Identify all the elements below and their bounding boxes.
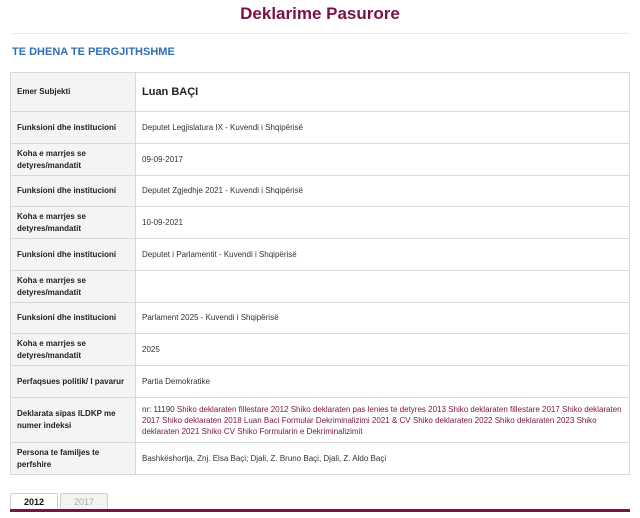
declaration-index: nr: 11190 (142, 404, 175, 414)
link-declaration-2022[interactable]: Shiko deklaraten 2022 (413, 416, 493, 425)
row-label: Perfaqsues politik/ I pavarur (10, 365, 136, 398)
subject-name-text: Luan BAÇI (142, 85, 199, 98)
link-declaration-leaving-2013[interactable]: Shiko deklaraten pas lenies te detyres 2… (291, 405, 446, 414)
row-value: 2025 (135, 333, 630, 366)
row-label: Funksioni dhe institucioni (10, 302, 136, 334)
general-info-table: Emer Subjekti Luan BAÇI Funksioni dhe in… (10, 72, 630, 475)
subject-name: Luan BAÇI (135, 72, 630, 112)
table-row: Koha e marrjes se detyres/mandatit (10, 270, 630, 303)
table-row: Koha e marrjes se detyres/mandatit 09-09… (10, 143, 630, 176)
tab-2012[interactable]: 2012 (10, 493, 59, 510)
title-divider (12, 33, 629, 34)
table-row: Funksioni dhe institucioni Parlament 202… (10, 302, 630, 334)
row-label: Koha e marrjes se detyres/mandatit (10, 143, 136, 176)
table-row: Deklarata sipas ILDKP me numer indeksi n… (10, 397, 630, 443)
row-label: Koha e marrjes se detyres/mandatit (10, 270, 136, 303)
link-declaration-2023[interactable]: Shiko deklaraten 2023 (495, 416, 575, 425)
table-row: Koha e marrjes se detyres/mandatit 2025 (10, 333, 630, 366)
section-title: TE DHENA TE PERGJITHSHME (12, 46, 175, 58)
row-value (135, 270, 630, 303)
row-label: Funksioni dhe institucioni (10, 175, 136, 207)
link-decriminalization-form-2021-cv[interactable]: Luan Baci Formular Dekriminalizimi 2021 … (244, 416, 411, 425)
table-row: Persona te familjes te perfshire Bashkës… (10, 442, 630, 475)
link-decriminalization-form[interactable]: Shiko Formularin e Dekriminalizimit (237, 427, 362, 436)
row-label: Koha e marrjes se detyres/mandatit (10, 206, 136, 239)
row-label: Emer Subjekti (10, 72, 136, 112)
link-initial-declaration-2017[interactable]: Shiko deklaraten fillestare 2017 (448, 405, 560, 414)
table-row: Emer Subjekti Luan BAÇI (10, 72, 630, 112)
table-row: Funksioni dhe institucioni Deputet Zgjed… (10, 175, 630, 207)
table-row: Perfaqsues politik/ I pavarur Partia Dem… (10, 365, 630, 398)
row-label: Funksioni dhe institucioni (10, 111, 136, 144)
table-row: Koha e marrjes se detyres/mandatit 10-09… (10, 206, 630, 239)
row-value: Bashkëshortja, Znj. Elsa Baçi; Djali, Z.… (135, 442, 630, 475)
table-row: Funksioni dhe institucioni Deputet Legji… (10, 111, 630, 144)
row-label: Koha e marrjes se detyres/mandatit (10, 333, 136, 366)
link-cv[interactable]: Shiko CV (202, 427, 235, 436)
page-title: Deklarime Pasurore (240, 4, 400, 23)
row-label: Deklarata sipas ILDKP me numer indeksi (10, 397, 136, 443)
year-tabs: 2012 2017 (10, 493, 110, 510)
row-label: Persona te familjes te perfshire (10, 442, 136, 475)
row-value: Deputet i Parlamentit - Kuvendi i Shqipë… (135, 238, 630, 271)
row-value: 09-09-2017 (135, 143, 630, 176)
link-initial-declaration-2012[interactable]: Shiko deklaraten fillestare 2012 (177, 405, 289, 414)
row-value: 10-09-2021 (135, 206, 630, 239)
row-value: Deputet Zgjedhje 2021 - Kuvendi i Shqipë… (135, 175, 630, 207)
row-value: Parlament 2025 - Kuvendi i Shqipërisë (135, 302, 630, 334)
row-value: Partia Demokratike (135, 365, 630, 398)
row-label: Funksioni dhe institucioni (10, 238, 136, 271)
link-declaration-2018[interactable]: Shiko deklaraten 2018 (162, 416, 242, 425)
row-value: Deputet Legjislatura IX - Kuvendi i Shqi… (135, 111, 630, 144)
table-row: Funksioni dhe institucioni Deputet i Par… (10, 238, 630, 271)
tab-2017[interactable]: 2017 (60, 493, 109, 510)
declaration-links: nr: 11190 Shiko deklaraten fillestare 20… (135, 397, 630, 443)
tab-underline-bar (10, 509, 630, 512)
